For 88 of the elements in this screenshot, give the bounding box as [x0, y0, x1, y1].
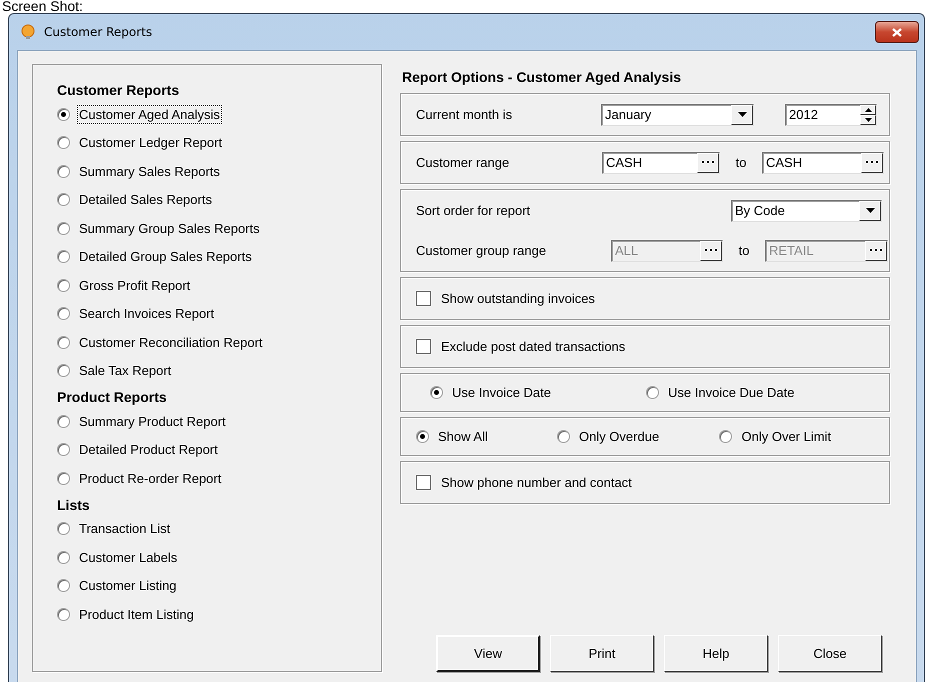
radio-label[interactable]: Summary Product Report [77, 412, 228, 431]
up-arrow-icon [864, 108, 872, 112]
radio-button[interactable] [57, 222, 70, 235]
caption: Screen Shot: [1, 0, 84, 13]
radio-label[interactable]: Summary Group Sales Reports [77, 218, 262, 238]
group-heading: Product Reports [57, 388, 168, 407]
checkbox[interactable] [416, 475, 431, 490]
radio-button[interactable] [57, 278, 70, 292]
radio-button[interactable] [57, 307, 70, 320]
radio-button[interactable] [57, 579, 70, 592]
radio-button[interactable] [57, 250, 70, 264]
down-arrow-icon [738, 112, 746, 117]
dialog-button[interactable]: Close [778, 635, 882, 672]
radio-button[interactable] [57, 472, 70, 485]
field-label: Customer range [416, 155, 510, 170]
radio-button[interactable] [416, 430, 429, 443]
window-title: Customer Reports [44, 25, 154, 39]
year-spinner[interactable]: 2012 [785, 104, 877, 126]
radio-label[interactable]: Only Over Limit [739, 427, 834, 446]
browse-button[interactable] [861, 152, 883, 172]
checkbox[interactable] [416, 339, 431, 354]
dropdown-button[interactable] [731, 104, 753, 124]
group-heading: Customer Reports [57, 81, 180, 100]
spin-up-button[interactable] [860, 104, 876, 114]
radio-button[interactable] [57, 164, 70, 178]
to-label: to [738, 243, 750, 258]
dropdown[interactable]: January [601, 104, 754, 126]
radio-label[interactable]: Use Invoice Date [450, 383, 553, 402]
radio-label[interactable]: Gross Profit Report [77, 276, 192, 295]
dropdown-button[interactable] [859, 200, 881, 220]
radio-label[interactable]: Search Invoices Report [77, 304, 216, 324]
radio-label[interactable]: Detailed Product Report [77, 440, 220, 460]
radio-button[interactable] [57, 336, 70, 349]
radio-label[interactable]: Show All [436, 427, 490, 446]
group-heading: Lists [57, 496, 91, 514]
app-icon [20, 24, 36, 40]
radio-label[interactable]: Customer Ledger Report [77, 133, 224, 152]
radio-label[interactable]: Product Item Listing [77, 604, 196, 624]
radio-button[interactable] [57, 364, 70, 378]
ellipsis-icon [702, 161, 714, 164]
lookup-field[interactable]: CASH [602, 152, 720, 174]
radio-label[interactable]: Customer Listing [77, 576, 179, 596]
radio-label[interactable]: Customer Reconciliation Report [77, 332, 265, 352]
radio-button[interactable] [57, 522, 70, 536]
radio-button[interactable] [57, 108, 70, 121]
radio-label[interactable]: Detailed Group Sales Reports [77, 247, 254, 266]
field-label: Customer group range [416, 243, 548, 258]
field-label: Current month is [416, 107, 514, 122]
down-arrow-icon [864, 118, 872, 122]
radio-label[interactable]: Only Overdue [576, 427, 662, 446]
to-label: to [734, 155, 748, 170]
ellipsis-icon [870, 249, 882, 252]
options-heading: Report Options - Customer Aged Analysis [402, 68, 682, 87]
radio-button[interactable] [719, 430, 732, 443]
ellipsis-icon [866, 161, 878, 164]
radio-button[interactable] [57, 443, 70, 456]
dialog-button[interactable]: Help [664, 635, 768, 672]
dropdown[interactable]: By Code [731, 200, 882, 222]
radio-button[interactable] [57, 608, 70, 621]
radio-button[interactable] [646, 386, 659, 399]
radio-label[interactable]: Customer Labels [77, 548, 180, 567]
close-button[interactable] [875, 21, 919, 43]
radio-button[interactable] [556, 430, 570, 443]
checkbox-label[interactable]: Exclude post dated transactions [441, 339, 626, 354]
radio-label[interactable]: Detailed Sales Reports [77, 190, 214, 210]
radio-button[interactable] [430, 386, 443, 399]
checkbox-label[interactable]: Show outstanding invoices [441, 291, 595, 306]
field-label: Sort order for report [416, 203, 530, 218]
down-arrow-icon [866, 208, 874, 213]
radio-label[interactable]: Transaction List [77, 519, 172, 538]
radio-button[interactable] [57, 193, 70, 206]
radio-label[interactable]: Sale Tax Report [77, 361, 174, 380]
close-icon [892, 28, 902, 36]
browse-button[interactable] [697, 152, 719, 172]
ellipsis-icon [705, 249, 717, 252]
radio-label[interactable]: Use Invoice Due Date [666, 383, 796, 402]
checkbox-label[interactable]: Show phone number and contact [441, 475, 632, 490]
radio-button[interactable] [57, 550, 70, 564]
radio-label[interactable]: Product Re-order Report [77, 468, 224, 488]
dialog-button[interactable]: View [436, 635, 540, 672]
checkbox[interactable] [416, 291, 431, 306]
spin-down-button[interactable] [860, 114, 876, 124]
radio-button[interactable] [57, 136, 70, 150]
dialog-button[interactable]: Print [550, 635, 654, 672]
radio-button[interactable] [57, 414, 70, 428]
lookup-field[interactable]: CASH [762, 152, 884, 174]
radio-label[interactable]: Summary Sales Reports [77, 162, 222, 181]
radio-label[interactable]: Customer Aged Analysis [77, 104, 222, 124]
